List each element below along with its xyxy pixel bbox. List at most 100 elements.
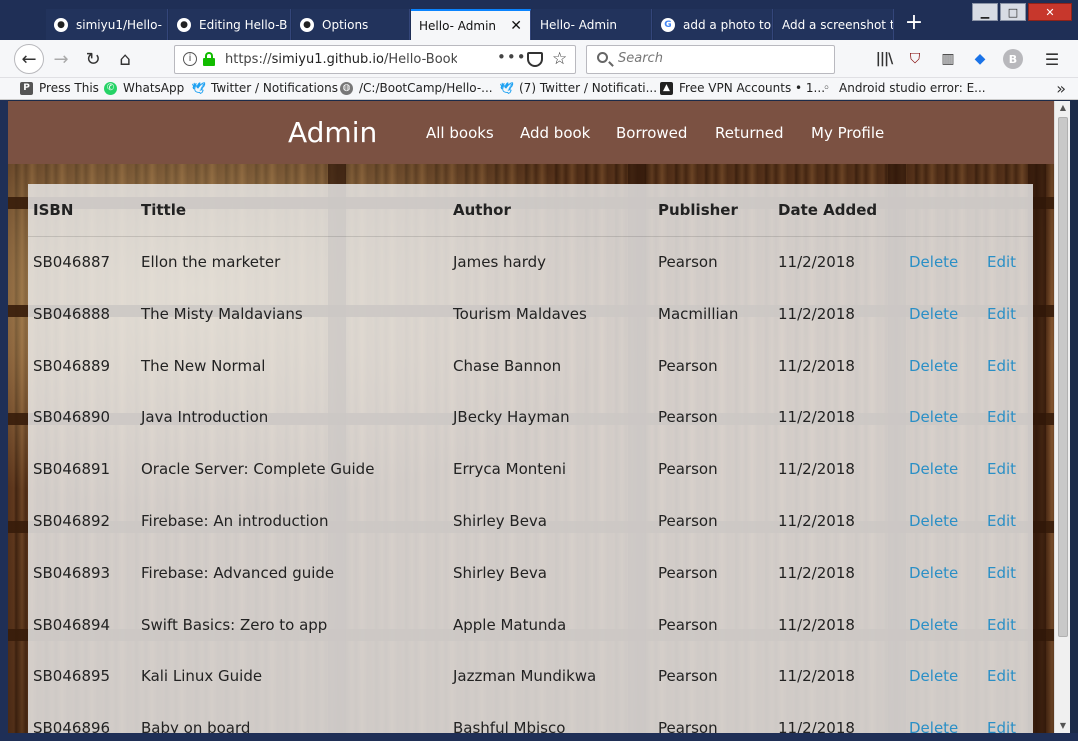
delete-button[interactable]: Delete	[909, 408, 958, 426]
edit-button[interactable]: Edit	[987, 253, 1016, 271]
header-author: Author	[453, 201, 511, 219]
delete-button[interactable]: Delete	[909, 357, 958, 375]
sidebar-icon[interactable]: ▥	[939, 50, 957, 68]
cell-publisher: Pearson	[658, 460, 718, 479]
tab-0[interactable]: ● simiyu1/Hello-	[46, 9, 168, 40]
scrollbar-thumb[interactable]	[1058, 117, 1068, 637]
close-icon[interactable]: ✕	[510, 18, 522, 34]
edit-button[interactable]: Edit	[987, 616, 1016, 634]
search-input[interactable]	[618, 51, 818, 66]
nav-returned[interactable]: Returned	[715, 124, 784, 142]
tab-2[interactable]: ● Options	[292, 9, 410, 40]
header-date-added: Date Added	[778, 201, 878, 219]
info-icon[interactable]: i	[183, 52, 197, 66]
cell-isbn: SB046891	[33, 460, 111, 479]
edit-button[interactable]: Edit	[987, 305, 1016, 323]
maximize-button[interactable]: □	[1000, 3, 1026, 21]
tab-4[interactable]: Hello- Admin	[532, 9, 652, 40]
bookmark-whatsapp[interactable]: ✆ WhatsApp	[104, 81, 184, 95]
url-bar[interactable]: i https://simiyu1.github.io/Hello-Books/…	[174, 45, 576, 74]
nav-add-book[interactable]: Add book	[520, 124, 590, 142]
table-row: SB046891 Oracle Server: Complete Guide Err…	[28, 460, 1033, 512]
tab-1[interactable]: ● Editing Hello-B	[169, 9, 291, 40]
bookmark-android-studio[interactable]: ◦ Android studio error: E...	[820, 81, 985, 95]
cell-isbn: SB046887	[33, 253, 111, 271]
delete-button[interactable]: Delete	[909, 564, 958, 582]
delete-button[interactable]: Delete	[909, 305, 958, 323]
cell-author: Shirley Beva	[453, 563, 547, 582]
url-path: /Hello-Books/	[384, 52, 457, 67]
library-icon[interactable]: |||\	[875, 50, 893, 68]
back-button[interactable]: ←	[14, 44, 44, 74]
cell-date-added: 11/2/2018	[778, 512, 855, 530]
delete-button[interactable]: Delete	[909, 512, 958, 530]
tab-5[interactable]: G add a photo to	[653, 9, 773, 40]
chevron-right-double-icon[interactable]: »	[1056, 79, 1066, 98]
bookmark-label: Free VPN Accounts • 1...	[679, 81, 826, 95]
delete-button[interactable]: Delete	[909, 667, 958, 685]
nav-borrowed[interactable]: Borrowed	[616, 124, 687, 142]
cell-publisher: Macmillian	[658, 304, 739, 323]
site-brand[interactable]: Admin	[288, 116, 377, 149]
hamburger-menu-icon[interactable]: ☰	[1043, 50, 1061, 69]
github-icon: ●	[54, 17, 68, 32]
delete-button[interactable]: Delete	[909, 460, 958, 478]
delete-button[interactable]: Delete	[909, 719, 958, 733]
cell-title: Swift Basics: Zero to app	[141, 615, 328, 634]
bookmark-twitter[interactable]: 🕊 Twitter / Notifications	[192, 81, 338, 95]
cell-isbn: SB046892	[33, 512, 111, 530]
cell-publisher: Pearson	[658, 408, 718, 427]
cell-publisher: Pearson	[658, 356, 718, 375]
scroll-up-arrow-icon[interactable]: ▲	[1055, 101, 1071, 115]
bookmark-bootcamp[interactable]: ◍ /C:/BootCamp/Hello-...	[340, 81, 493, 95]
nav-all-books[interactable]: All books	[426, 124, 494, 142]
bookmark-twitter-7[interactable]: 🕊 (7) Twitter / Notificati...	[500, 81, 658, 95]
cell-title: Firebase: Advanced guide	[141, 563, 335, 582]
delete-button[interactable]: Delete	[909, 616, 958, 634]
extension-icon[interactable]: ◆	[971, 50, 989, 68]
bookmarks-bar: P Press This ✆ WhatsApp 🕊 Twitter / Notific…	[0, 78, 1078, 100]
nav-my-profile[interactable]: My Profile	[811, 124, 884, 142]
home-button[interactable]: ⌂	[110, 44, 140, 74]
bookmark-free-vpn[interactable]: ▲ Free VPN Accounts • 1...	[660, 81, 825, 95]
new-tab-button[interactable]: +	[902, 10, 926, 35]
bookmark-star-icon[interactable]: ☆	[552, 49, 567, 69]
cell-publisher: Pearson	[658, 667, 718, 686]
bookmark-press-this[interactable]: P Press This	[20, 81, 99, 95]
edit-button[interactable]: Edit	[987, 408, 1016, 426]
window-frame-bottom	[0, 733, 1078, 741]
window-close-button[interactable]: ✕	[1028, 3, 1072, 21]
minimize-button[interactable]: ▁	[972, 3, 998, 21]
tab-6[interactable]: Add a screenshot t	[774, 9, 894, 40]
delete-button[interactable]: Delete	[909, 253, 958, 271]
extension-badge-icon[interactable]: B	[1003, 49, 1023, 69]
edit-button[interactable]: Edit	[987, 564, 1016, 582]
header-title: Tittle	[141, 201, 187, 219]
forward-button[interactable]: →	[46, 44, 76, 74]
reload-button[interactable]: ↻	[78, 44, 108, 74]
ublock-shield-icon[interactable]: ⛉	[906, 50, 924, 68]
edit-button[interactable]: Edit	[987, 357, 1016, 375]
page-actions-icon[interactable]: •••	[497, 48, 527, 66]
edit-button[interactable]: Edit	[987, 460, 1016, 478]
header-publisher: Publisher	[658, 201, 738, 219]
edit-button[interactable]: Edit	[987, 512, 1016, 530]
page-scrollbar[interactable]: ▲ ▼	[1054, 101, 1070, 733]
search-bar[interactable]	[586, 45, 835, 74]
cell-author: Chase Bannon	[453, 356, 562, 375]
table-row: SB046895 Kali Linux Guide Jazzman Mundikwa…	[28, 667, 1033, 719]
cell-author: Tourism Maldaves	[453, 304, 587, 323]
cell-isbn: SB046895	[33, 667, 111, 686]
reload-icon: ↻	[85, 48, 101, 70]
edit-button[interactable]: Edit	[987, 667, 1016, 685]
cell-date-added: 11/2/2018	[778, 563, 855, 582]
scroll-down-arrow-icon[interactable]: ▼	[1055, 719, 1071, 733]
url-text[interactable]: https://simiyu1.github.io/Hello-Books/	[225, 52, 457, 67]
edit-button[interactable]: Edit	[987, 719, 1016, 733]
tab-title: add a photo to	[683, 17, 772, 32]
table-row: SB046893 Firebase: Advanced guide Shirley …	[28, 564, 1033, 616]
tab-active[interactable]: Hello- Admin ✕	[411, 9, 531, 40]
pocket-icon[interactable]	[527, 52, 543, 67]
wordpress-icon: P	[20, 81, 33, 95]
cell-publisher: Pearson	[658, 719, 718, 733]
